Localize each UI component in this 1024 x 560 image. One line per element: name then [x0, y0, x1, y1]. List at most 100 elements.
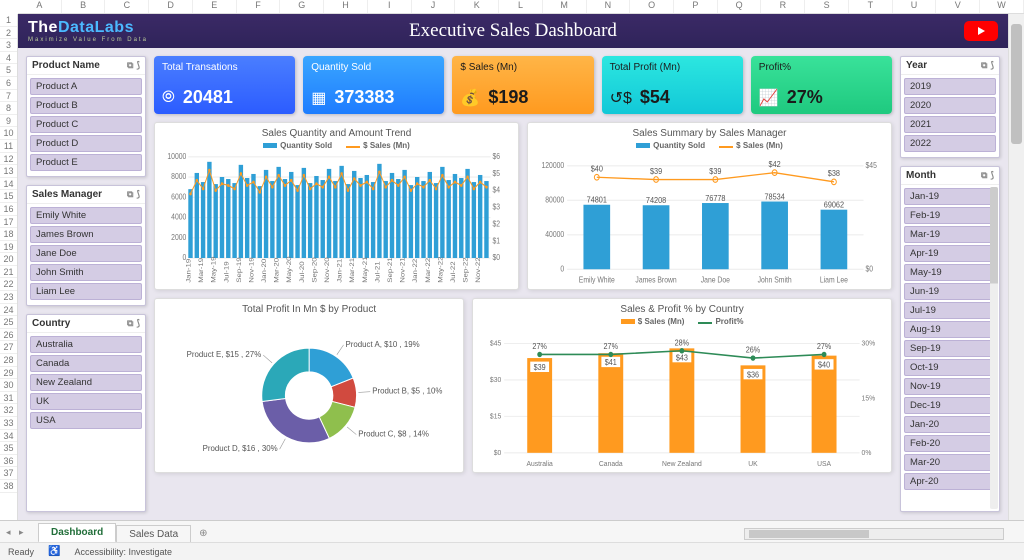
slicer-item[interactable]: Product D	[30, 135, 142, 152]
svg-text:Mar-22: Mar-22	[423, 258, 431, 283]
tab-nav-icon[interactable]: ◂ ▸	[6, 527, 27, 538]
svg-text:Sep-22: Sep-22	[461, 257, 469, 282]
multiselect-icon[interactable]: ⧉	[981, 60, 987, 71]
slicer-item[interactable]: 2020	[904, 97, 996, 114]
multiselect-icon[interactable]: ⧉	[127, 189, 133, 200]
clear-filter-icon[interactable]: ⟆	[136, 318, 140, 329]
slicer-item[interactable]: James Brown	[30, 226, 142, 243]
svg-text:2000: 2000	[171, 233, 186, 243]
slicer-country[interactable]: Country⧉⟆ AustraliaCanadaNew ZealandUKUS…	[26, 314, 146, 512]
svg-text:May-20: May-20	[285, 257, 293, 283]
svg-text:10000: 10000	[167, 152, 186, 162]
slicer-item[interactable]: Dec-19	[904, 397, 996, 414]
slicer-item[interactable]: 2019	[904, 78, 996, 95]
clear-filter-icon[interactable]: ⟆	[136, 60, 140, 71]
slicer-item[interactable]: Product C	[30, 116, 142, 133]
svg-text:$43: $43	[676, 353, 688, 363]
svg-text:80000: 80000	[545, 195, 564, 205]
slicer-item[interactable]: John Smith	[30, 264, 142, 281]
slicer-item[interactable]: Australia	[30, 336, 142, 353]
multiselect-icon[interactable]: ⧉	[127, 318, 133, 329]
slicer-item[interactable]: Nov-19	[904, 378, 996, 395]
clear-filter-icon[interactable]: ⟆	[990, 170, 994, 181]
svg-text:Nov-21: Nov-21	[398, 257, 406, 282]
clear-filter-icon[interactable]: ⟆	[990, 60, 994, 71]
slicer-item[interactable]: Aug-19	[904, 321, 996, 338]
svg-text:Jan-22: Jan-22	[411, 259, 419, 283]
slicer-item[interactable]: New Zealand	[30, 374, 142, 391]
svg-text:74208: 74208	[646, 196, 667, 206]
slicer-item[interactable]: Mar-20	[904, 454, 996, 471]
slicer-item[interactable]: Liam Lee	[30, 283, 142, 300]
slicer-item[interactable]: 2021	[904, 116, 996, 133]
chart-manager[interactable]: Sales Summary by Sales Manager Quantity …	[527, 122, 892, 290]
youtube-icon[interactable]	[964, 21, 998, 41]
svg-text:Australia: Australia	[527, 459, 554, 469]
tab-dashboard[interactable]: Dashboard	[38, 523, 116, 543]
svg-text:$0: $0	[494, 448, 502, 458]
status-ready: Ready	[8, 547, 34, 557]
svg-text:New Zealand: New Zealand	[662, 459, 702, 469]
slicer-item[interactable]: 2022	[904, 135, 996, 152]
slicer-item[interactable]: Jul-19	[904, 302, 996, 319]
slicer-year[interactable]: Year ⧉⟆ 2019 2020 2021 2022	[900, 56, 1000, 158]
slicer-item[interactable]: Canada	[30, 355, 142, 372]
slicer-item[interactable]: Product E	[30, 154, 142, 171]
slicer-item[interactable]: Mar-19	[904, 226, 996, 243]
slicer-item[interactable]: Jane Doe	[30, 245, 142, 262]
slicer-title: Product Name	[32, 60, 100, 71]
svg-text:$39: $39	[534, 363, 546, 373]
svg-text:$36: $36	[747, 370, 759, 380]
svg-text:$2: $2	[493, 219, 501, 229]
slicer-manager[interactable]: Sales Manager⧉⟆ Emily WhiteJames BrownJa…	[26, 185, 146, 306]
svg-text:$39: $39	[709, 166, 721, 176]
svg-text:Nov-19: Nov-19	[247, 257, 255, 282]
add-sheet-icon[interactable]: ⊕	[191, 525, 215, 542]
svg-text:69062: 69062	[824, 200, 844, 210]
slicer-product[interactable]: Product Name ⧉⟆ Product A Product B Product…	[26, 56, 146, 177]
row-headers: 1234567891011121314151617181920212223242…	[0, 14, 18, 520]
slicer-item[interactable]: Oct-19	[904, 359, 996, 376]
slicer-item[interactable]: UK	[30, 393, 142, 410]
slicer-item[interactable]: May-19	[904, 264, 996, 281]
slicer-item[interactable]: Jan-20	[904, 416, 996, 433]
tab-salesdata[interactable]: Sales Data	[116, 525, 191, 543]
slicer-month[interactable]: Month⧉⟆ Jan-19Feb-19Mar-19Apr-19May-19Ju…	[900, 166, 1000, 512]
horizontal-scrollbar[interactable]	[744, 528, 1004, 540]
svg-text:$15: $15	[490, 411, 501, 421]
slicer-item[interactable]: Apr-19	[904, 245, 996, 262]
slicer-item[interactable]: Sep-19	[904, 340, 996, 357]
slicer-item[interactable]: USA	[30, 412, 142, 429]
svg-text:$0: $0	[866, 264, 874, 274]
slicer-item[interactable]: Feb-19	[904, 207, 996, 224]
status-bar: Ready ♿ Accessibility: Investigate	[0, 542, 1024, 560]
quantity-icon: ▦	[311, 88, 326, 108]
svg-text:Jan-20: Jan-20	[260, 259, 268, 283]
vertical-scrollbar[interactable]	[1008, 14, 1024, 520]
slicer-item[interactable]: Product A	[30, 78, 142, 95]
svg-text:15%: 15%	[862, 393, 876, 403]
slicer-item[interactable]: Feb-20	[904, 435, 996, 452]
svg-text:Product D, $16 , 30%: Product D, $16 , 30%	[203, 444, 278, 453]
slicer-item[interactable]: Apr-20	[904, 473, 996, 490]
growth-icon: 📈	[759, 88, 779, 108]
chart-donut[interactable]: Total Profit In Mn $ by Product Product …	[154, 298, 464, 473]
slicer-item[interactable]: Product B	[30, 97, 142, 114]
multiselect-icon[interactable]: ⧉	[981, 170, 987, 181]
slicer-item[interactable]: Jun-19	[904, 283, 996, 300]
clear-filter-icon[interactable]: ⟆	[136, 189, 140, 200]
chart-trend[interactable]: Sales Quantity and Amount Trend Quantity…	[154, 122, 519, 290]
svg-text:$39: $39	[650, 166, 662, 176]
slicer-title: Year	[906, 60, 927, 71]
slicer-item[interactable]: Jan-19	[904, 188, 996, 205]
svg-text:Jul-22: Jul-22	[448, 261, 456, 282]
accessibility-icon[interactable]: ♿	[48, 546, 60, 557]
svg-text:Nov-22: Nov-22	[474, 257, 482, 282]
svg-text:40000: 40000	[545, 230, 564, 240]
svg-text:$41: $41	[605, 358, 617, 368]
svg-text:Mar-21: Mar-21	[348, 258, 356, 283]
chart-country[interactable]: Sales & Profit % by Country $ Sales (Mn)…	[472, 298, 892, 473]
multiselect-icon[interactable]: ⧉	[127, 60, 133, 71]
kpi-profitpct: Profit%📈27%	[751, 56, 892, 114]
slicer-item[interactable]: Emily White	[30, 207, 142, 224]
